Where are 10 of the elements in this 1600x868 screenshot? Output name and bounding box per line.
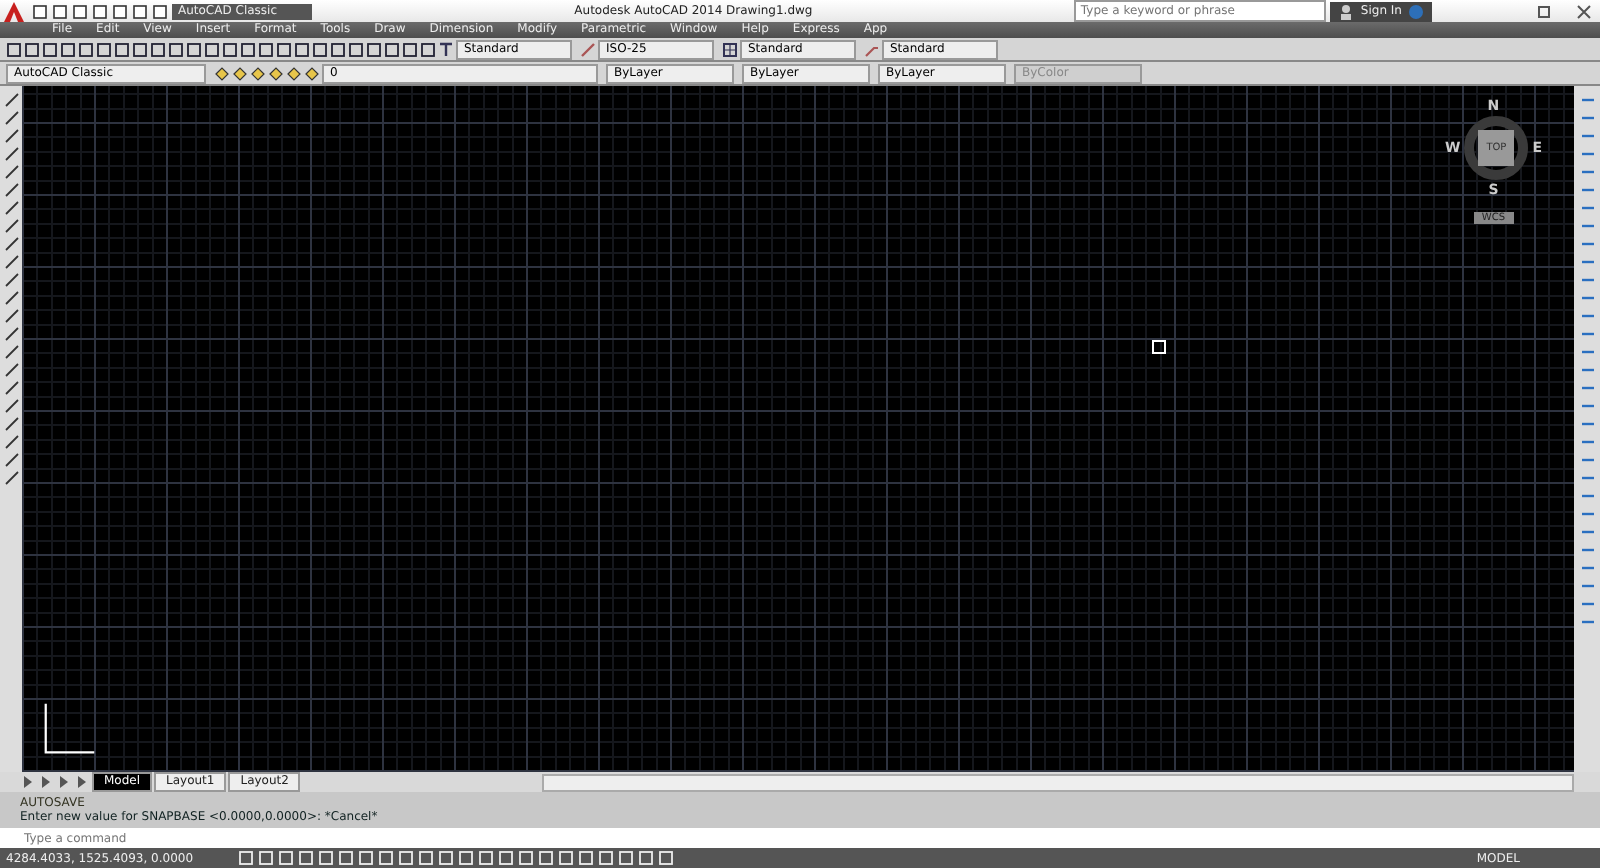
- dimension-style-icon[interactable]: [580, 41, 596, 57]
- leader-style-icon[interactable]: [864, 41, 880, 57]
- table-style-icon[interactable]: [722, 41, 738, 57]
- text-style-icon[interactable]: [438, 41, 454, 57]
- close-icon[interactable]: [1576, 3, 1592, 19]
- cursor-pickbox: [1152, 340, 1166, 354]
- person-icon: [1338, 3, 1355, 19]
- ucs-axis-icon: [42, 700, 98, 756]
- horizontal-scrollbar[interactable]: [542, 773, 1574, 791]
- restore-icon[interactable]: [1536, 3, 1552, 19]
